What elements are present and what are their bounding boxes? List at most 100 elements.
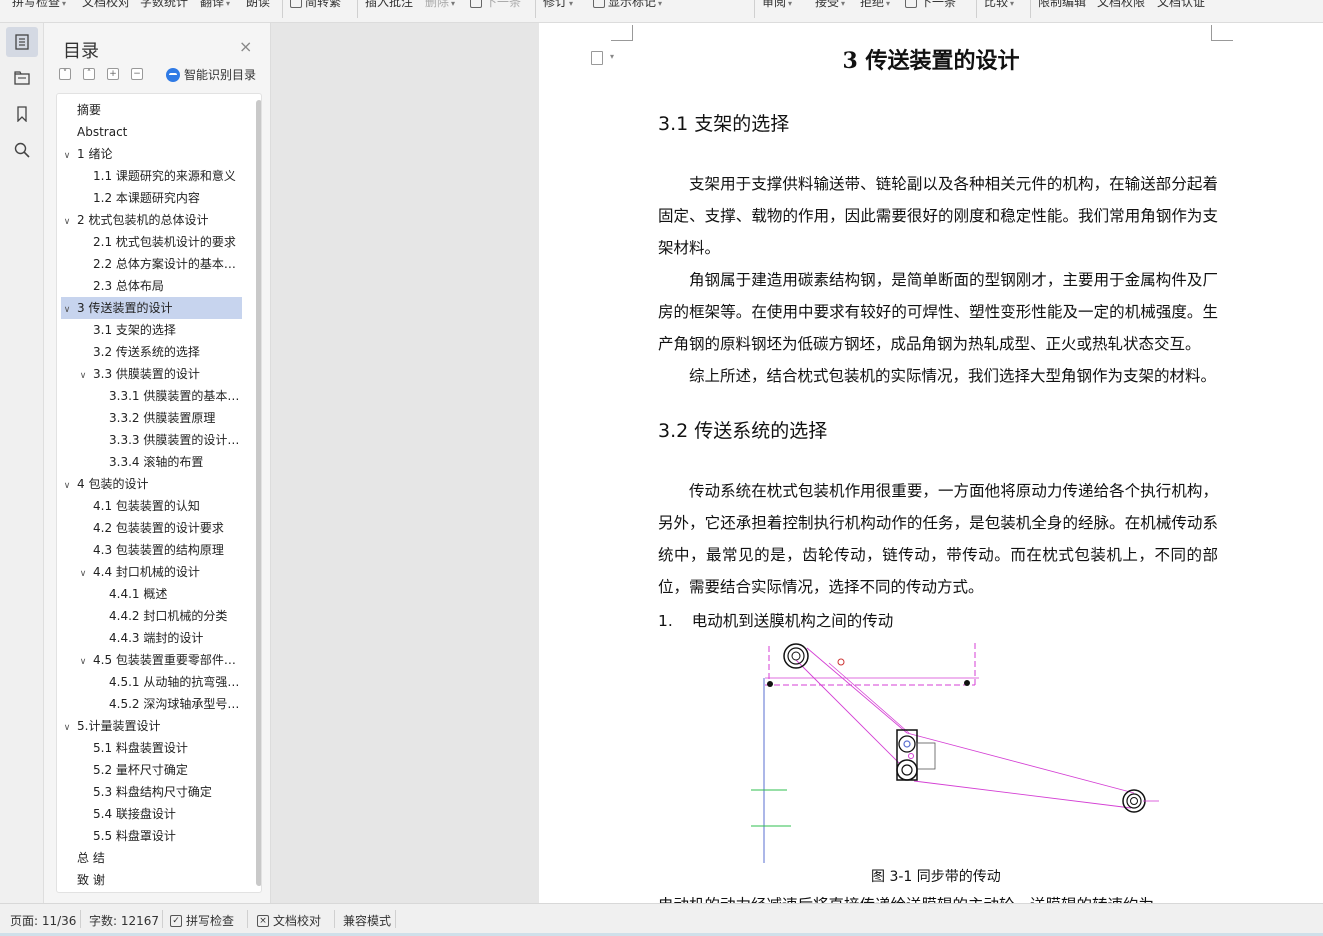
outline-item[interactable]: 3.3.3 供膜装置的设计计算 (61, 429, 242, 451)
divider (535, 0, 536, 18)
toolbar-item[interactable]: 下一条 (470, 0, 521, 10)
outline-item[interactable]: 1.2 本课题研究内容 (61, 187, 242, 209)
outline-item-label: 摘要 (77, 103, 102, 117)
toolbar-item-label: 翻译 (200, 0, 225, 9)
word-count[interactable]: 字数: 12167 (89, 912, 159, 929)
collapse-all-button[interactable]: ˄ (83, 68, 95, 80)
outline-item[interactable]: 5.4 联接盘设计 (61, 803, 242, 825)
outline-item[interactable]: 3.1 支架的选择 (61, 319, 242, 341)
outline-item[interactable]: 2.2 总体方案设计的基本思路 (61, 253, 242, 275)
outline-item[interactable]: Abstract (61, 121, 242, 143)
document-page[interactable]: ▾ 3 传送装置的设计 3.1 支架的选择 支架用于支撑供料输送带、链轮副以及各… (539, 23, 1323, 903)
toolbar-item[interactable]: 拼写检查 ▾ (12, 0, 66, 10)
outline-item[interactable]: ∨ 4.5 包装装置重要零部件校核 (61, 649, 242, 671)
outline-item[interactable]: ∨ 4.4 封口机械的设计 (61, 561, 242, 583)
toolbar-item[interactable]: 拒绝 ▾ (860, 0, 890, 10)
smart-toc-button[interactable]: 智能识别目录 (166, 66, 256, 83)
toolbar-item-label: 拼写检查 (12, 0, 61, 9)
add-heading-button[interactable]: + (107, 68, 119, 80)
chevron-down-icon[interactable]: ∨ (61, 145, 73, 165)
outline-item[interactable]: 5.2 量杯尺寸确定 (61, 759, 242, 781)
workspace-gutter (271, 23, 539, 903)
outline-item[interactable]: 2.1 枕式包装机设计的要求 (61, 231, 242, 253)
toolbar-item-label: 下一条 (920, 0, 957, 9)
toolbar-item-icon (593, 0, 605, 8)
toolbar-item[interactable]: 翻译 ▾ (200, 0, 230, 10)
toolbar-item[interactable]: 简转繁 (290, 0, 341, 10)
outline-item[interactable]: 3.3.2 供膜装置原理 (61, 407, 242, 429)
outline-item[interactable]: 5.5 料盘罩设计 (61, 825, 242, 847)
toolbar-item[interactable]: 朗读 (246, 0, 270, 10)
section-heading: 3.1 支架的选择 (658, 113, 790, 135)
outline-item[interactable]: 4.3 包装装置的结构原理 (61, 539, 242, 561)
toolbar-item[interactable]: 文档认证 (1157, 0, 1205, 10)
outline-item[interactable]: 4.5.2 深沟球轴承型号选择 (61, 693, 242, 715)
proofread-button[interactable]: × 文档校对 (257, 912, 321, 929)
toolbar-item[interactable]: 审阅 ▾ (762, 0, 792, 10)
chevron-down-icon: ▾ (1010, 0, 1015, 8)
outline-item[interactable]: 4.4.3 端封的设计 (61, 627, 242, 649)
outline-item[interactable]: ∨ 3.3 供膜装置的设计 (61, 363, 242, 385)
spell-check-button[interactable]: ✓ 拼写检查 (170, 912, 234, 929)
page-indicator[interactable]: 页面: 11/36 (10, 912, 76, 929)
chevron-down-icon[interactable]: ∨ (61, 475, 73, 495)
spell-check-icon: ✓ (170, 914, 182, 927)
outline-item[interactable]: 3.3.4 滚轴的布置 (61, 451, 242, 473)
chapter-nav-button[interactable] (6, 63, 38, 93)
outline-item[interactable]: 3.3.1 供膜装置的基本要求 (61, 385, 242, 407)
outline-item[interactable]: 4.4.2 封口机械的分类 (61, 605, 242, 627)
toolbar-item[interactable]: 接受 ▾ (815, 0, 845, 10)
chevron-down-icon[interactable]: ∨ (61, 717, 73, 737)
outline-item[interactable]: 总 结 (61, 847, 242, 869)
outline-item[interactable]: 4.4.1 概述 (61, 583, 242, 605)
close-icon[interactable]: × (239, 37, 252, 56)
plus-icon: + (109, 69, 117, 79)
outline-item[interactable]: ∨ 3 传送装置的设计 (61, 297, 242, 319)
proofread-icon: × (257, 914, 269, 927)
outline-item[interactable]: ∨ 4 包装的设计 (61, 473, 242, 495)
outline-item[interactable]: 2.3 总体布局 (61, 275, 242, 297)
chevron-down-icon[interactable]: ∨ (77, 651, 89, 671)
bookmark-nav-button[interactable] (6, 99, 38, 129)
divider (754, 0, 755, 18)
outline-item[interactable]: 4.1 包装装置的认知 (61, 495, 242, 517)
outline-item[interactable]: 3.2 传送系统的选择 (61, 341, 242, 363)
outline-item[interactable]: 1.1 课题研究的来源和意义 (61, 165, 242, 187)
outline-nav-button[interactable] (6, 27, 38, 57)
outline-item[interactable]: 5.3 料盘结构尺寸确定 (61, 781, 242, 803)
toolbar-item[interactable]: 删除 ▾ (425, 0, 455, 10)
toolbar-item[interactable]: 限制编辑 (1038, 0, 1086, 10)
outline-item-label: 1 绪论 (77, 147, 113, 161)
expand-all-button[interactable]: ˅ (59, 68, 71, 80)
toolbar-item[interactable]: 修订 ▾ (543, 0, 573, 10)
toolbar-item[interactable]: 文档权限 (1097, 0, 1145, 10)
outline-item[interactable]: ∨ 5.计量装置设计 (61, 715, 242, 737)
toolbar-item-label: 文档校对 (82, 0, 131, 9)
chevron-down-icon: ▾ (569, 0, 574, 8)
toolbar-item[interactable]: 比较 ▾ (984, 0, 1014, 10)
outline-item-label: 1.1 课题研究的来源和意义 (93, 169, 236, 183)
outline-item[interactable]: ∨ 2 枕式包装机的总体设计 (61, 209, 242, 231)
chevron-down-icon[interactable]: ∨ (77, 365, 89, 385)
outline-item[interactable]: 致 谢 (61, 869, 242, 891)
outline-item[interactable]: 4.5.1 从动轴的抗弯强度校核 (61, 671, 242, 693)
toolbar-item[interactable]: 显示标记 ▾ (593, 0, 662, 10)
outline-scrollbar[interactable] (256, 100, 261, 886)
chevron-down-icon[interactable]: ∨ (61, 299, 73, 319)
toolbar-item[interactable]: 插入批注 (365, 0, 413, 10)
toolbar-item[interactable]: 字数统计 (140, 0, 188, 10)
chevron-down-icon[interactable]: ∨ (77, 563, 89, 583)
toolbar-item-label: 简转繁 (305, 0, 342, 9)
outline-item-label: 5.1 料盘装置设计 (93, 741, 188, 755)
outline-item[interactable]: 4.2 包装装置的设计要求 (61, 517, 242, 539)
toolbar-item[interactable]: 文档校对 (82, 0, 130, 10)
divider (1030, 0, 1031, 18)
remove-heading-button[interactable]: − (131, 68, 143, 80)
toolbar-item[interactable]: 下一条 (905, 0, 956, 10)
search-nav-button[interactable] (6, 135, 38, 165)
chevron-down-icon[interactable]: ∨ (61, 211, 73, 231)
outline-item[interactable]: 摘要 (61, 99, 242, 121)
outline-item[interactable]: ∨ 1 绪论 (61, 143, 242, 165)
chevron-down-icon: ▾ (788, 0, 793, 8)
outline-item[interactable]: 5.1 料盘装置设计 (61, 737, 242, 759)
